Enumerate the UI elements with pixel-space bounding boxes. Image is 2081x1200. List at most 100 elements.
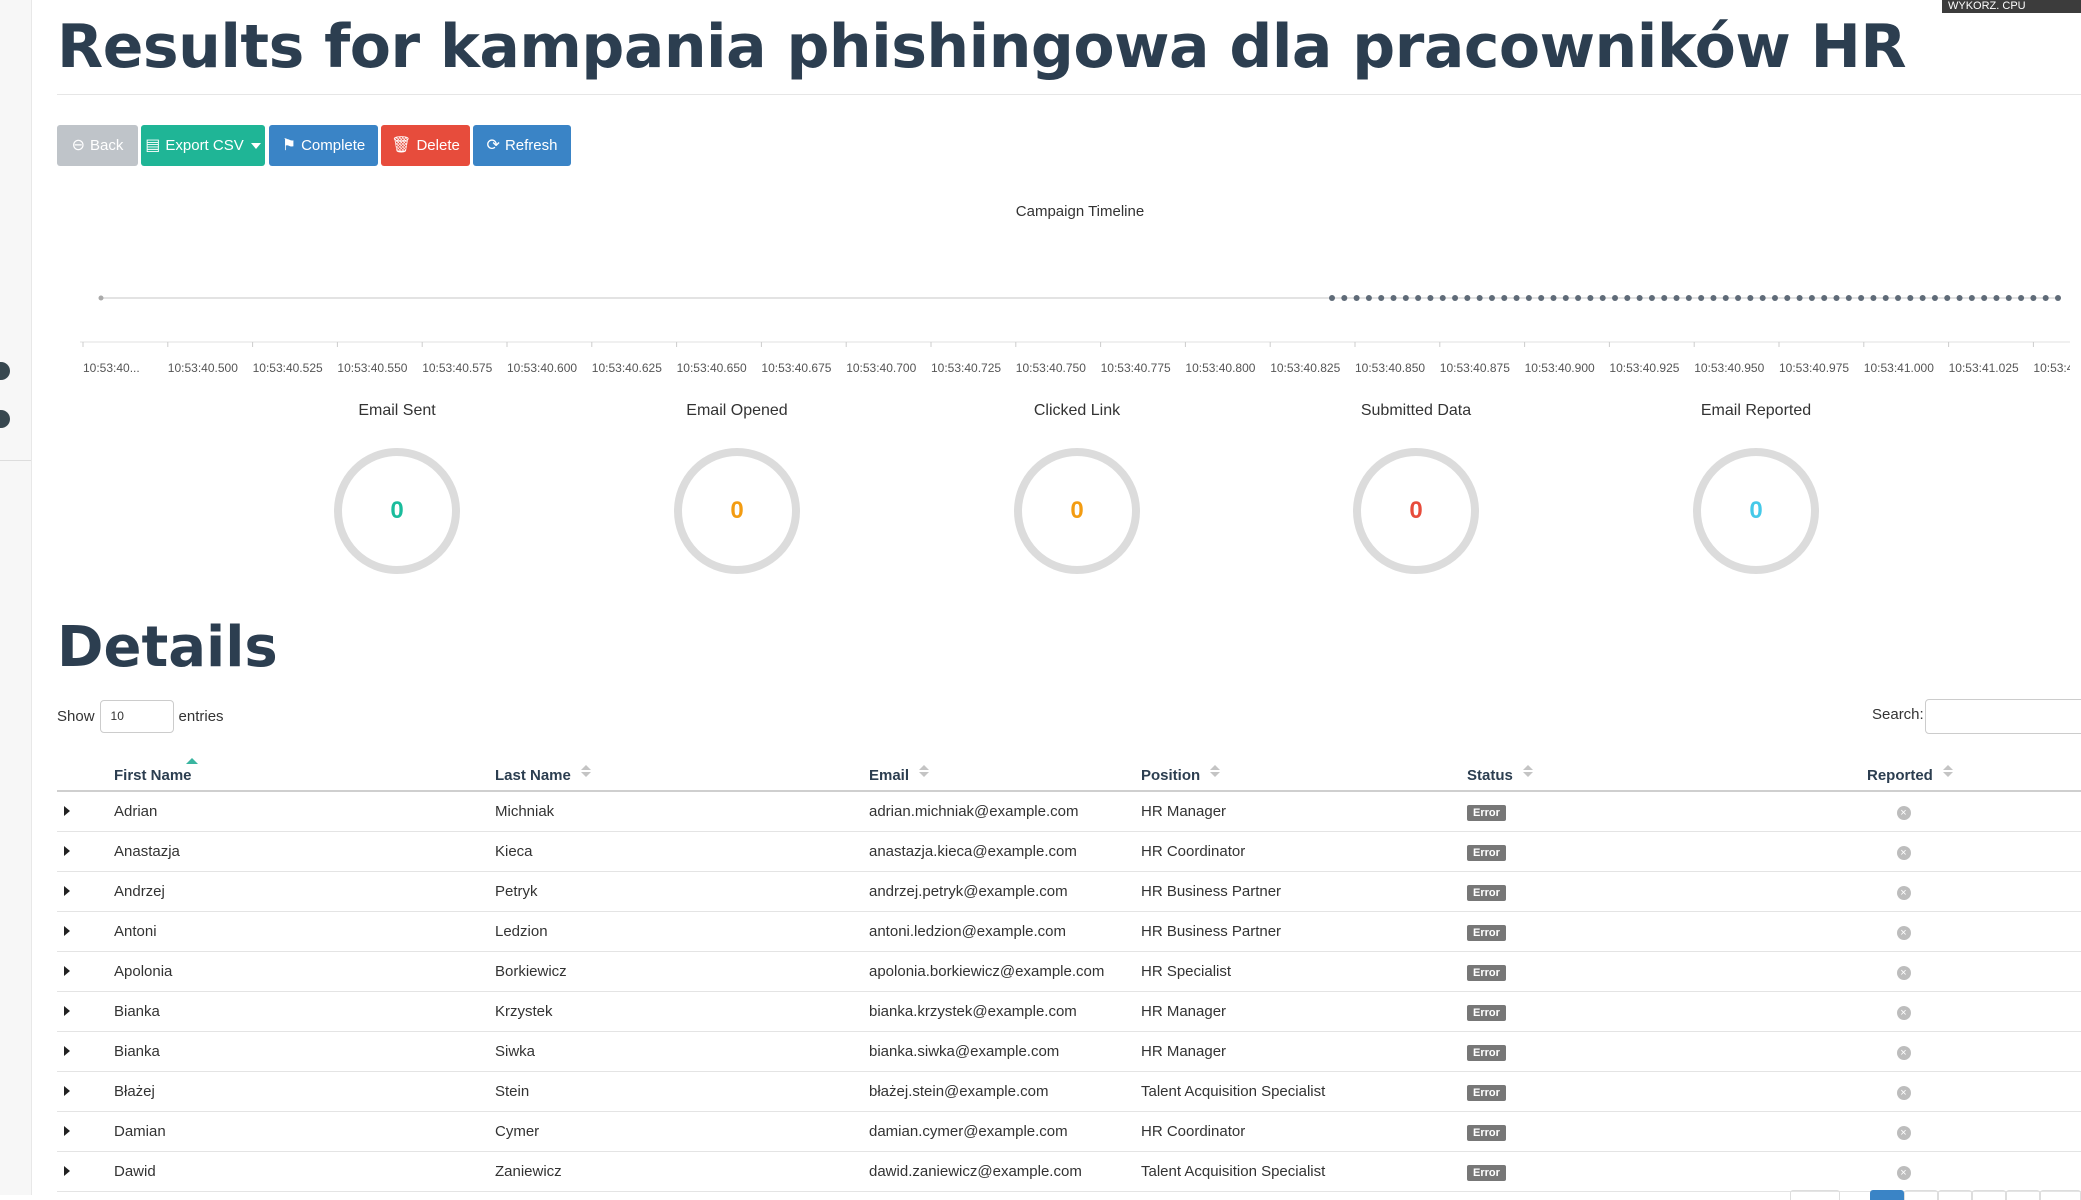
timeline-event-dot[interactable] xyxy=(2018,295,2025,301)
timeline-event-dot[interactable] xyxy=(1968,295,1975,301)
timeline-event-dot[interactable] xyxy=(2005,295,2012,301)
entries-select[interactable]: 10 xyxy=(99,700,174,733)
expand-row-icon[interactable] xyxy=(64,1166,70,1176)
timeline-event-dot[interactable] xyxy=(1624,295,1631,301)
refresh-button[interactable]: ⟳ Refresh xyxy=(473,125,571,166)
timeline-event-dot[interactable] xyxy=(1747,295,1754,301)
timeline-event-dot[interactable] xyxy=(1661,295,1668,301)
expand-cell[interactable] xyxy=(57,1111,114,1152)
table-row[interactable]: Bianka Siwka bianka.siwka@example.com HR Ma… xyxy=(57,1031,2081,1072)
timeline-event-dot[interactable] xyxy=(1575,295,1582,301)
table-row[interactable]: Bianka Krzystek bianka.krzystek@example.co… xyxy=(57,991,2081,1032)
table-row[interactable]: Antoni Ledzion antoni.ledzion@example.com H… xyxy=(57,911,2081,952)
timeline-event-dot[interactable] xyxy=(1513,295,1520,301)
timeline-event-dot[interactable] xyxy=(1378,295,1385,301)
timeline-event-dot[interactable] xyxy=(1759,295,1766,301)
timeline-event-dot[interactable] xyxy=(1845,295,1852,301)
timeline-event-dot[interactable] xyxy=(2030,295,2037,301)
timeline-event-dot[interactable] xyxy=(1550,295,1557,301)
timeline-event-dot[interactable] xyxy=(1698,295,1705,301)
timeline-event-dot[interactable] xyxy=(1796,295,1803,301)
timeline-event-dot[interactable] xyxy=(1882,295,1889,301)
expand-cell[interactable] xyxy=(57,871,114,912)
timeline-event-dot[interactable] xyxy=(1870,295,1877,301)
expand-cell[interactable] xyxy=(57,911,114,952)
delete-button[interactable]: 🗑 Delete xyxy=(381,125,470,166)
expand-row-icon[interactable] xyxy=(64,966,70,976)
timeline-event-dot[interactable] xyxy=(1599,295,1606,301)
table-row[interactable]: Apolonia Borkiewicz apolonia.borkiewicz@ex… xyxy=(57,951,2081,992)
timeline-event-dot[interactable] xyxy=(1365,295,1372,301)
export-csv-button[interactable]: ▤ Export CSV xyxy=(141,125,265,166)
timeline-event-dot[interactable] xyxy=(1808,295,1815,301)
timeline-event-dot[interactable] xyxy=(1735,295,1742,301)
table-row[interactable]: Błażej Stein błażej.stein@example.com Talen… xyxy=(57,1071,2081,1112)
timeline-event-dot[interactable] xyxy=(1858,295,1865,301)
timeline-event-dot[interactable] xyxy=(1464,295,1471,301)
timeline-event-dot[interactable] xyxy=(1501,295,1508,301)
expand-row-icon[interactable] xyxy=(64,886,70,896)
expand-row-icon[interactable] xyxy=(64,1086,70,1096)
pagination-page-active[interactable] xyxy=(1870,1190,1904,1200)
expand-row-icon[interactable] xyxy=(64,1006,70,1016)
timeline-event-dot[interactable] xyxy=(1587,295,1594,301)
expand-cell[interactable] xyxy=(57,1031,114,1072)
timeline-event-dot[interactable] xyxy=(1771,295,1778,301)
table-row[interactable]: Dawid Zaniewicz dawid.zaniewicz@example.co… xyxy=(57,1151,2081,1192)
pagination-page[interactable] xyxy=(1972,1190,2006,1200)
timeline-event-dot[interactable] xyxy=(1931,295,1938,301)
timeline-event-dot[interactable] xyxy=(1833,295,1840,301)
column-header-last-name[interactable]: Last Name xyxy=(495,742,869,792)
timeline-event-dot[interactable] xyxy=(1981,295,1988,301)
timeline-event-dot[interactable] xyxy=(1329,295,1335,301)
pagination-page[interactable] xyxy=(1938,1190,1972,1200)
timeline-event-dot[interactable] xyxy=(1919,295,1926,301)
expand-cell[interactable] xyxy=(57,991,114,1032)
timeline-event-dot[interactable] xyxy=(1944,295,1951,301)
table-row[interactable]: Anastazja Kieca anastazja.kieca@example.co… xyxy=(57,831,2081,872)
timeline-event-dot[interactable] xyxy=(1538,295,1545,301)
column-header-status[interactable]: Status xyxy=(1467,742,1817,792)
table-row[interactable]: Andrzej Petryk andrzej.petryk@example.com H… xyxy=(57,871,2081,912)
timeline-event-dot[interactable] xyxy=(1722,295,1729,301)
expand-row-icon[interactable] xyxy=(64,846,70,856)
timeline-event-dot[interactable] xyxy=(1648,295,1655,301)
timeline-event-dot[interactable] xyxy=(1895,295,1902,301)
timeline-event-dot[interactable] xyxy=(1562,295,1569,301)
expand-cell[interactable] xyxy=(57,1151,114,1192)
timeline-event-dot[interactable] xyxy=(1821,295,1828,301)
table-row[interactable]: Damian Cymer damian.cymer@example.com HR Co… xyxy=(57,1111,2081,1152)
timeline-event-dot[interactable] xyxy=(1612,295,1619,301)
expand-row-icon[interactable] xyxy=(64,1126,70,1136)
timeline-event-dot[interactable] xyxy=(1636,295,1643,301)
pagination-next[interactable] xyxy=(2040,1190,2081,1200)
expand-row-icon[interactable] xyxy=(64,926,70,936)
timeline-event-dot[interactable] xyxy=(98,295,104,301)
timeline-event-dot[interactable] xyxy=(1784,295,1791,301)
timeline-event-dot[interactable] xyxy=(1402,295,1409,301)
timeline-event-dot[interactable] xyxy=(1341,295,1348,301)
timeline-event-dot[interactable] xyxy=(1390,295,1397,301)
timeline-event-dot[interactable] xyxy=(1439,295,1446,301)
pagination-page[interactable] xyxy=(2006,1190,2040,1200)
complete-button[interactable]: ⚑ Complete xyxy=(269,125,378,166)
timeline-event-dot[interactable] xyxy=(1427,295,1434,301)
expand-cell[interactable] xyxy=(57,951,114,992)
timeline-event-dot[interactable] xyxy=(1907,295,1914,301)
timeline-event-dot[interactable] xyxy=(1488,295,1495,301)
column-header-first-name[interactable]: First Name xyxy=(114,742,495,792)
expand-cell[interactable] xyxy=(57,831,114,872)
search-input[interactable] xyxy=(1925,699,2081,734)
timeline-event-dot[interactable] xyxy=(1673,295,1680,301)
timeline-event-dot[interactable] xyxy=(1993,295,2000,301)
column-header-reported[interactable]: Reported xyxy=(1817,742,2081,792)
expand-row-icon[interactable] xyxy=(64,806,70,816)
pagination-previous[interactable] xyxy=(1790,1190,1840,1200)
timeline-event-dot[interactable] xyxy=(2042,295,2049,301)
timeline-event-dot[interactable] xyxy=(1685,295,1692,301)
timeline-event-dot[interactable] xyxy=(1476,295,1483,301)
timeline-event-dot[interactable] xyxy=(1710,295,1717,301)
expand-row-icon[interactable] xyxy=(64,1046,70,1056)
timeline-event-dot[interactable] xyxy=(1353,295,1360,301)
back-button[interactable]: ⊖ Back xyxy=(57,125,138,166)
